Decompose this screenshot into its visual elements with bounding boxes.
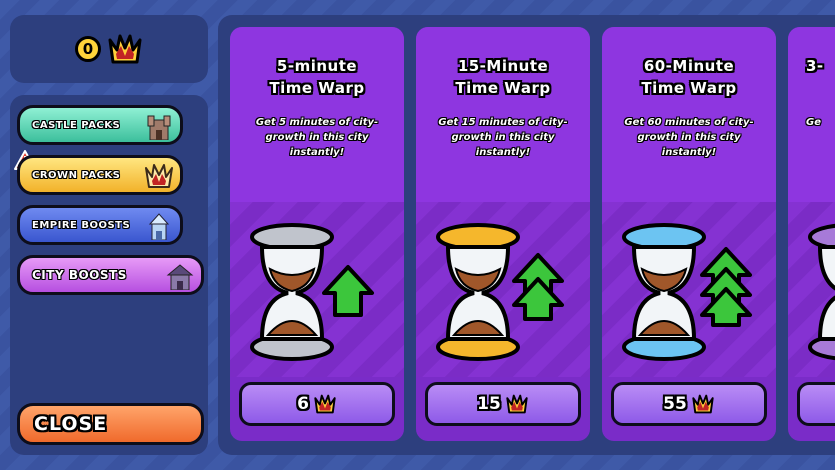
buy-button[interactable]: 55	[611, 382, 767, 426]
castle-packs-label: CASTLE PACKS	[32, 119, 121, 131]
crown-count: 0	[75, 36, 101, 62]
time-warp-card-partial[interactable]: 3- Ge	[788, 27, 835, 441]
castle-icon	[147, 115, 171, 140]
close-label: CLOSE	[34, 413, 108, 435]
card-description: Get 5 minutes of city-growth in this cit…	[255, 117, 379, 158]
house-icon	[166, 264, 194, 290]
crown-packs-label: CROWN PACKS	[32, 169, 121, 181]
hourglass-icon	[808, 223, 835, 361]
price-label: 15	[477, 394, 501, 414]
card-description: Ge	[806, 117, 821, 128]
price-label: 55	[663, 394, 687, 414]
sidebar: CASTLE PACKS CROWN PACKS EMPIRE BOOSTS C…	[10, 95, 208, 455]
card-title: 3-	[806, 57, 824, 75]
city-boosts-label: CITY BOOSTS	[32, 268, 127, 282]
currency-panel: 0	[10, 15, 208, 83]
buy-button[interactable]: 15	[425, 382, 581, 426]
buy-button[interactable]	[797, 382, 835, 426]
buy-button[interactable]: 6	[239, 382, 395, 426]
hourglass-icon	[622, 223, 752, 361]
hourglass-icon	[250, 223, 374, 361]
empire-boosts-label: EMPIRE BOOSTS	[32, 219, 131, 231]
time-warp-card-15[interactable]: 15-Minute Time Warp Get 15 minutes of ci…	[416, 27, 590, 441]
palace-icon	[148, 213, 170, 240]
card-title: 60-Minute Time Warp	[641, 57, 737, 97]
crown-icon	[108, 34, 142, 64]
close-button[interactable]: CLOSE	[17, 403, 204, 445]
empire-boosts-button[interactable]: EMPIRE BOOSTS	[17, 205, 183, 245]
city-boosts-button[interactable]: CITY BOOSTS	[17, 255, 204, 295]
crown-icon	[145, 164, 173, 188]
crown-packs-button[interactable]: CROWN PACKS	[17, 155, 183, 195]
price-label: 6	[297, 394, 309, 414]
crown-icon	[692, 394, 714, 414]
time-warp-card-5[interactable]: 5-minute Time Warp Get 5 minutes of city…	[230, 27, 404, 441]
castle-packs-button[interactable]: CASTLE PACKS	[17, 105, 183, 145]
card-description: Get 15 minutes of city-growth in this ci…	[438, 117, 568, 158]
time-warp-card-60[interactable]: 60-Minute Time Warp Get 60 minutes of ci…	[602, 27, 776, 441]
card-title: 5-minute Time Warp	[269, 57, 365, 97]
shop-panel: 5-minute Time Warp Get 5 minutes of city…	[218, 15, 835, 455]
card-title: 15-Minute Time Warp	[455, 57, 551, 97]
crown-icon	[506, 394, 528, 414]
hourglass-icon	[436, 223, 564, 361]
card-description: Get 60 minutes of city-growth in this ci…	[624, 117, 754, 158]
crown-icon	[314, 394, 336, 414]
